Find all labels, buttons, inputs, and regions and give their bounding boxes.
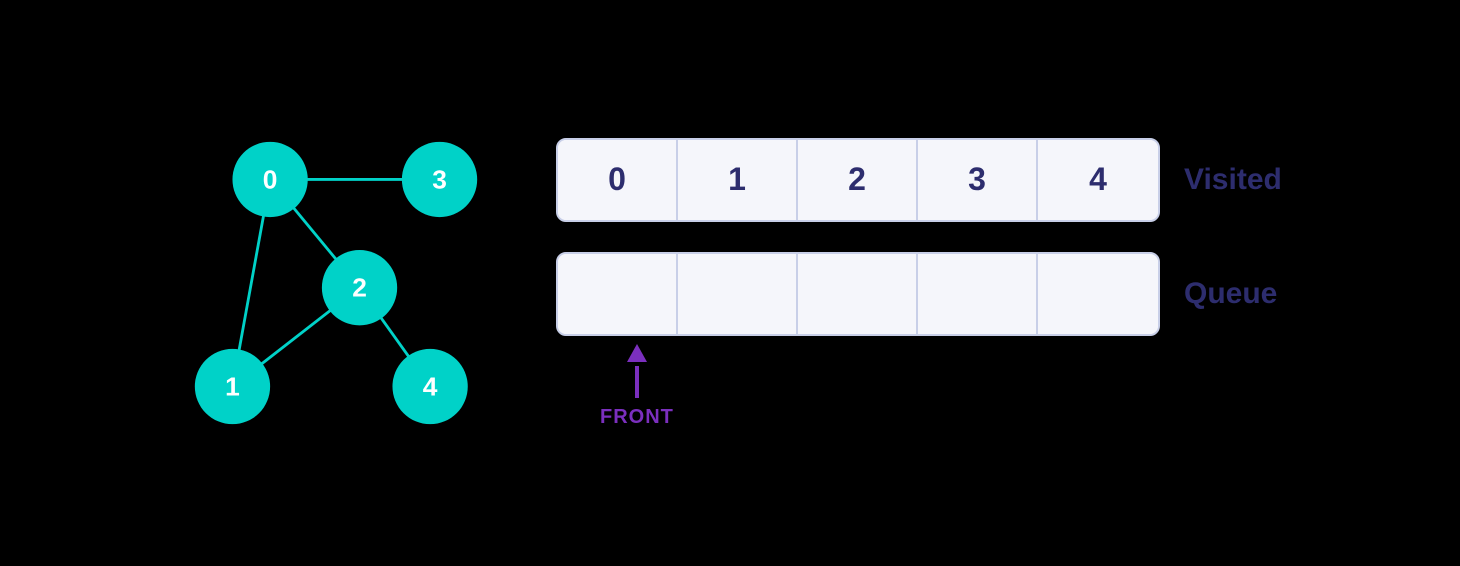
front-arrow-wrapper: FRONT	[556, 344, 1284, 429]
svg-text:0: 0	[263, 164, 278, 194]
front-arrow: FRONT	[600, 344, 674, 429]
queue-section: Queue FRONT	[556, 252, 1284, 429]
queue-cells	[556, 252, 1160, 336]
visited-label: Visited	[1184, 163, 1284, 197]
visited-cell-4: 4	[1038, 140, 1158, 220]
visited-cell-1: 1	[678, 140, 798, 220]
svg-text:2: 2	[352, 273, 367, 303]
svg-text:1: 1	[225, 372, 240, 402]
queue-cell-4	[1038, 254, 1158, 334]
graph-svg: 0 3 2 1 4	[176, 93, 496, 473]
svg-text:3: 3	[432, 164, 447, 194]
queue-cell-1	[678, 254, 798, 334]
queue-cell-2	[798, 254, 918, 334]
main-container: 0 3 2 1 4 0 1 2 3 4 Visited	[136, 53, 1324, 513]
svg-text:4: 4	[423, 372, 438, 402]
arrow-shaft-icon	[635, 366, 639, 398]
queue-label: Queue	[1184, 277, 1284, 311]
visited-cell-3: 3	[918, 140, 1038, 220]
queue-cell-3	[918, 254, 1038, 334]
arrow-head-icon	[627, 344, 647, 362]
queue-row: Queue	[556, 252, 1284, 336]
visited-cell-2: 2	[798, 140, 918, 220]
right-panel: 0 1 2 3 4 Visited Queue	[556, 138, 1284, 429]
front-label: FRONT	[600, 406, 674, 429]
graph-area: 0 3 2 1 4	[176, 93, 496, 473]
visited-row: 0 1 2 3 4 Visited	[556, 138, 1284, 222]
visited-cell-0: 0	[558, 140, 678, 220]
queue-cell-0	[558, 254, 678, 334]
visited-cells: 0 1 2 3 4	[556, 138, 1160, 222]
